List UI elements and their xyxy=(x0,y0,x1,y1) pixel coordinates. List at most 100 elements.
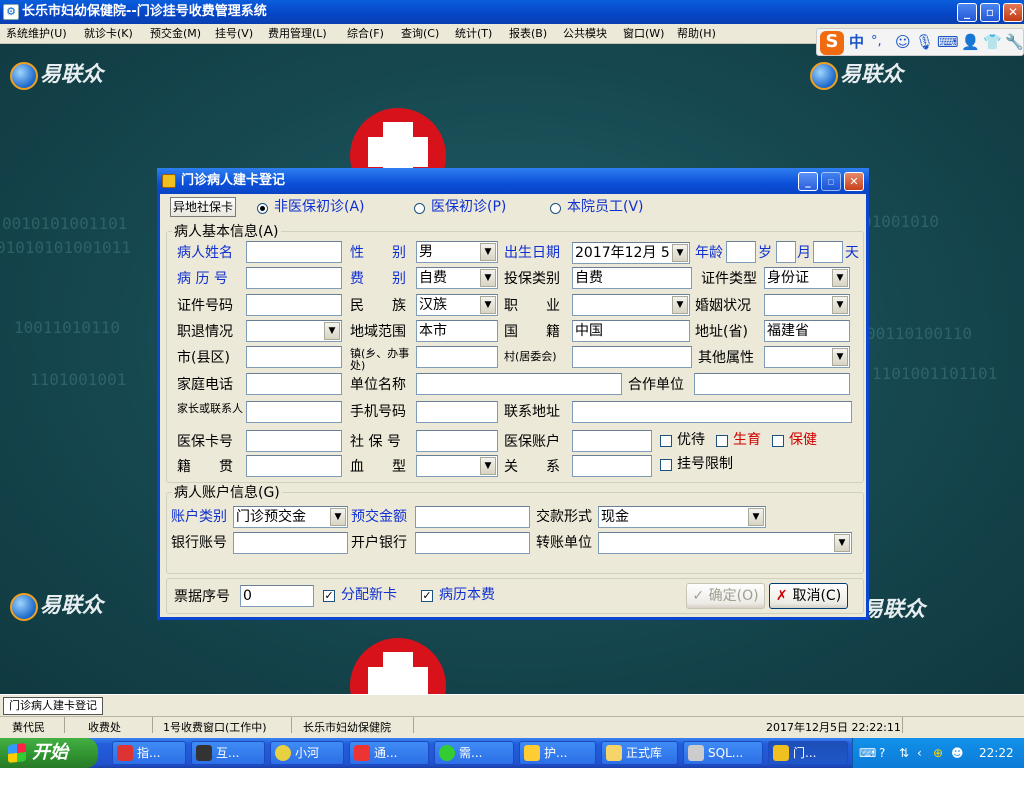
insurance-card-input[interactable] xyxy=(246,430,342,452)
chevron-down-icon[interactable]: ▼ xyxy=(480,457,496,475)
gender-select[interactable]: 男 ▼ xyxy=(416,241,498,263)
mobile-input[interactable] xyxy=(416,401,498,423)
city-input[interactable] xyxy=(246,346,342,368)
menu-window[interactable]: 窗口(W) xyxy=(623,24,664,44)
contact-addr-input[interactable] xyxy=(572,401,852,423)
taskbar-item[interactable]: 正式库 xyxy=(601,741,678,765)
ime-punct-toggle[interactable]: °, xyxy=(871,33,882,51)
shirt-icon[interactable]: 👕 xyxy=(983,33,1002,51)
village-input[interactable] xyxy=(572,346,692,368)
menu-query[interactable]: 查询(C) xyxy=(401,24,439,44)
menu-card[interactable]: 就诊卡(K) xyxy=(84,24,133,44)
social-no-input[interactable] xyxy=(416,430,498,452)
keyboard-icon[interactable]: ⌨ xyxy=(859,738,876,768)
town-input[interactable] xyxy=(416,346,498,368)
retire-select[interactable]: ▼ xyxy=(246,320,342,342)
chevron-left-icon[interactable]: ‹ xyxy=(917,738,922,768)
taskbar-item[interactable]: 互... xyxy=(191,741,265,765)
marital-select[interactable]: ▼ xyxy=(764,294,850,316)
taskbar-item[interactable]: 需... xyxy=(434,741,514,765)
minimize-button[interactable]: _ xyxy=(957,3,977,22)
native-place-input[interactable] xyxy=(246,455,342,477)
menu-stats[interactable]: 统计(T) xyxy=(455,24,492,44)
reg-limit-checkbox[interactable] xyxy=(660,459,672,471)
tray-clock[interactable]: 22:22 xyxy=(979,738,1014,768)
ok-button[interactable]: ✓ 确定(O) xyxy=(686,583,765,609)
patient-name-input[interactable] xyxy=(246,241,342,263)
taskbar-item[interactable]: 护... xyxy=(519,741,596,765)
taskbar-item[interactable]: 指... xyxy=(112,741,186,765)
chevron-down-icon[interactable]: ▼ xyxy=(834,534,850,552)
transfer-unit-select[interactable]: ▼ xyxy=(598,532,852,554)
taskbar-item[interactable]: 小河 xyxy=(270,741,344,765)
region-input[interactable]: 本市 xyxy=(416,320,498,342)
chevron-down-icon[interactable]: ▼ xyxy=(832,269,848,287)
menu-help[interactable]: 帮助(H) xyxy=(677,24,716,44)
menu-register[interactable]: 挂号(V) xyxy=(215,24,253,44)
chevron-down-icon[interactable]: ▼ xyxy=(480,243,496,261)
coop-unit-input[interactable] xyxy=(694,373,850,395)
record-no-input[interactable] xyxy=(246,267,342,289)
menu-prepay[interactable]: 预交金(M) xyxy=(150,24,201,44)
assign-card-checkbox[interactable]: ✓ xyxy=(323,590,335,602)
taskbar-item-active[interactable]: 门... xyxy=(768,741,848,765)
plus-icon[interactable]: ⊕ xyxy=(933,738,943,768)
chevron-down-icon[interactable]: ▼ xyxy=(672,296,688,314)
relation-input[interactable] xyxy=(572,455,652,477)
menu-common[interactable]: 公共模块 xyxy=(563,24,607,44)
network-icon[interactable]: ⇅ xyxy=(899,738,909,768)
smile-icon[interactable]: ☺ xyxy=(895,33,911,51)
pay-method-select[interactable]: 现金 ▼ xyxy=(598,506,766,528)
fee-type-select[interactable]: 自费 ▼ xyxy=(416,267,498,289)
mdi-tab[interactable]: 门诊病人建卡登记 xyxy=(3,697,103,715)
age-months-input[interactable] xyxy=(776,241,796,263)
menu-system[interactable]: 系统维护(U) xyxy=(6,24,67,44)
receipt-no-input[interactable]: 0 xyxy=(240,585,314,607)
start-button[interactable]: 开始 xyxy=(0,738,98,768)
preferential-checkbox[interactable] xyxy=(660,435,672,447)
blood-type-select[interactable]: ▼ xyxy=(416,455,498,477)
remote-insurance-card-button[interactable]: 异地社保卡 xyxy=(170,197,236,217)
cert-type-select[interactable]: 身份证 ▼ xyxy=(764,267,850,289)
prepay-input[interactable] xyxy=(415,506,530,528)
ethnicity-select[interactable]: 汉族 ▼ xyxy=(416,294,498,316)
close-button[interactable]: ✕ xyxy=(1003,3,1023,22)
insurance-type-input[interactable]: 自费 xyxy=(572,267,692,289)
other-attr-select[interactable]: ▼ xyxy=(764,346,850,368)
chevron-down-icon[interactable]: ▼ xyxy=(672,244,688,262)
chevron-down-icon[interactable]: ▼ xyxy=(832,348,848,366)
ime-lang-toggle[interactable]: 中 xyxy=(849,33,864,51)
menu-general[interactable]: 综合(F) xyxy=(347,24,384,44)
chevron-down-icon[interactable]: ▼ xyxy=(324,322,340,340)
wrench-icon[interactable]: 🔧 xyxy=(1005,33,1024,51)
home-phone-input[interactable] xyxy=(246,373,342,395)
keyboard-icon[interactable]: ⌨ xyxy=(937,33,959,51)
chevron-down-icon[interactable]: ▼ xyxy=(832,296,848,314)
age-years-input[interactable] xyxy=(726,241,756,263)
age-days-input[interactable] xyxy=(813,241,843,263)
taskbar-item[interactable]: SQL... xyxy=(683,741,763,765)
user-icon[interactable]: 👤 xyxy=(961,33,980,51)
menu-fees[interactable]: 费用管理(L) xyxy=(268,24,327,44)
acct-type-select[interactable]: 门诊预交金 ▼ xyxy=(233,506,348,528)
chevron-down-icon[interactable]: ▼ xyxy=(480,269,496,287)
taskbar-item[interactable]: 通... xyxy=(349,741,429,765)
occupation-select[interactable]: ▼ xyxy=(572,294,690,316)
maximize-button[interactable]: ▫ xyxy=(980,3,1000,22)
employer-input[interactable] xyxy=(416,373,622,395)
insurance-acct-input[interactable] xyxy=(572,430,652,452)
visit-type-radio-ins[interactable] xyxy=(414,203,425,214)
menu-reports[interactable]: 报表(B) xyxy=(509,24,547,44)
dialog-close-button[interactable]: ✕ xyxy=(844,172,864,191)
guardian-input[interactable] xyxy=(246,401,342,423)
visit-type-radio-nonins[interactable] xyxy=(257,203,268,214)
fertility-checkbox[interactable] xyxy=(716,435,728,447)
province-input[interactable]: 福建省 xyxy=(764,320,850,342)
dialog-maximize-button[interactable]: ▫ xyxy=(821,172,841,191)
bank-acct-input[interactable] xyxy=(233,532,348,554)
qq-icon[interactable]: ☻ xyxy=(951,738,964,768)
nationality-input[interactable]: 中国 xyxy=(572,320,690,342)
help-icon[interactable]: ? xyxy=(879,738,885,768)
chevron-down-icon[interactable]: ▼ xyxy=(748,508,764,526)
chevron-down-icon[interactable]: ▼ xyxy=(480,296,496,314)
